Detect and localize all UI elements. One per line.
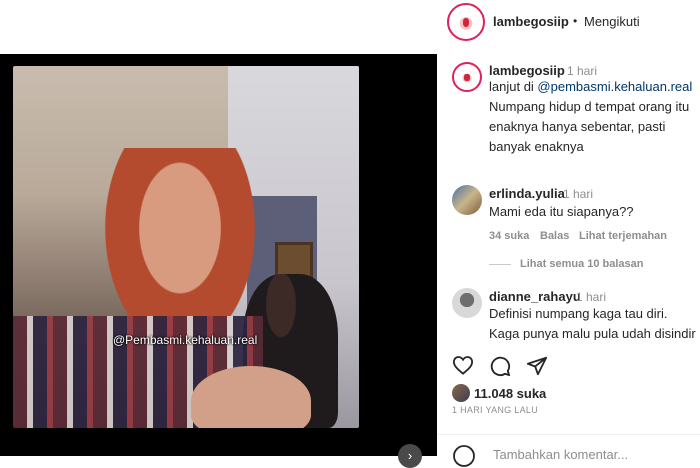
- add-comment-input[interactable]: Tambahkan komentar...: [493, 447, 628, 462]
- commenter-avatar[interactable]: [452, 288, 482, 318]
- comment-time[interactable]: 1 hari: [563, 187, 593, 201]
- comment-time[interactable]: 1 hari: [576, 290, 606, 304]
- likes-count[interactable]: 11.048 suka: [474, 386, 546, 401]
- caption-body: Numpang hidup d tempat orang itu enaknya…: [489, 99, 690, 154]
- caption-time[interactable]: 1 hari: [567, 64, 597, 78]
- caption-mention-link[interactable]: @pembasmi.kehaluan.real: [537, 79, 692, 94]
- video-watermark: @Pembasmi.kehaluan.real: [113, 333, 258, 347]
- caption-prefix: lanjut di: [489, 79, 538, 94]
- commenter-avatar[interactable]: [452, 185, 482, 215]
- comment-username[interactable]: erlinda.yulia: [489, 186, 565, 201]
- translate-link[interactable]: Lihat terjemahan: [579, 230, 667, 242]
- share-icon[interactable]: [526, 355, 548, 377]
- author-avatar[interactable]: [447, 3, 485, 41]
- caption-username[interactable]: lambegosiip: [489, 63, 565, 78]
- reply-button[interactable]: Balas: [540, 230, 569, 242]
- following-button[interactable]: Mengikuti: [584, 14, 640, 29]
- emoji-icon[interactable]: [452, 444, 476, 468]
- caption-text: lanjut di @pembasmi.kehaluan.real Numpan…: [489, 77, 700, 157]
- heart-icon[interactable]: [452, 355, 474, 375]
- comment-username[interactable]: dianne_rahayu: [489, 289, 581, 304]
- liked-by-avatar[interactable]: [452, 384, 470, 402]
- video-hand: [191, 366, 311, 428]
- next-arrow-icon[interactable]: ›: [398, 444, 422, 468]
- post-header: lambegosiip • Mengikuti: [0, 0, 700, 54]
- comment-text: Mami eda itu siapanya??: [489, 204, 634, 219]
- post-video[interactable]: @Pembasmi.kehaluan.real: [13, 66, 359, 428]
- comment-text: Definisi numpang kaga tau diri. Kaga pun…: [489, 306, 696, 340]
- view-replies-link[interactable]: Lihat semua 10 balasan: [520, 258, 644, 270]
- divider: [437, 434, 700, 435]
- post-date[interactable]: 1 HARI YANG LALU: [452, 405, 538, 415]
- header-username[interactable]: lambegosiip: [493, 14, 569, 29]
- comment-icon[interactable]: [489, 355, 511, 377]
- caption-author-avatar[interactable]: [452, 62, 482, 92]
- replies-line: [489, 264, 511, 265]
- header-separator: •: [573, 14, 578, 28]
- comment-likes[interactable]: 34 suka: [489, 230, 529, 242]
